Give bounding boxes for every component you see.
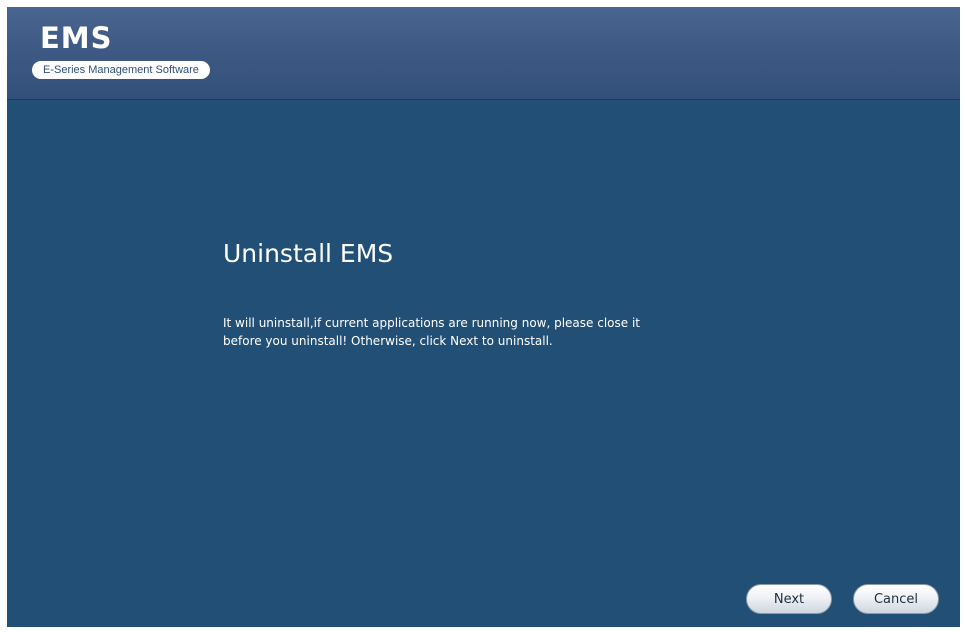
header-banner: EMS E-Series Management Software <box>7 7 960 100</box>
logo-subtitle: E-Series Management Software <box>32 61 210 79</box>
next-button[interactable]: Next <box>746 584 832 614</box>
uninstall-message: It will uninstall,if current application… <box>223 314 743 350</box>
page-title: Uninstall EMS <box>223 239 394 268</box>
message-line-1: It will uninstall,if current application… <box>223 316 640 330</box>
message-line-2: before you uninstall! Otherwise, click N… <box>223 334 553 348</box>
logo-title: EMS <box>40 21 113 55</box>
installer-window: EMS E-Series Management Software Uninsta… <box>7 7 960 627</box>
cancel-button[interactable]: Cancel <box>853 584 939 614</box>
